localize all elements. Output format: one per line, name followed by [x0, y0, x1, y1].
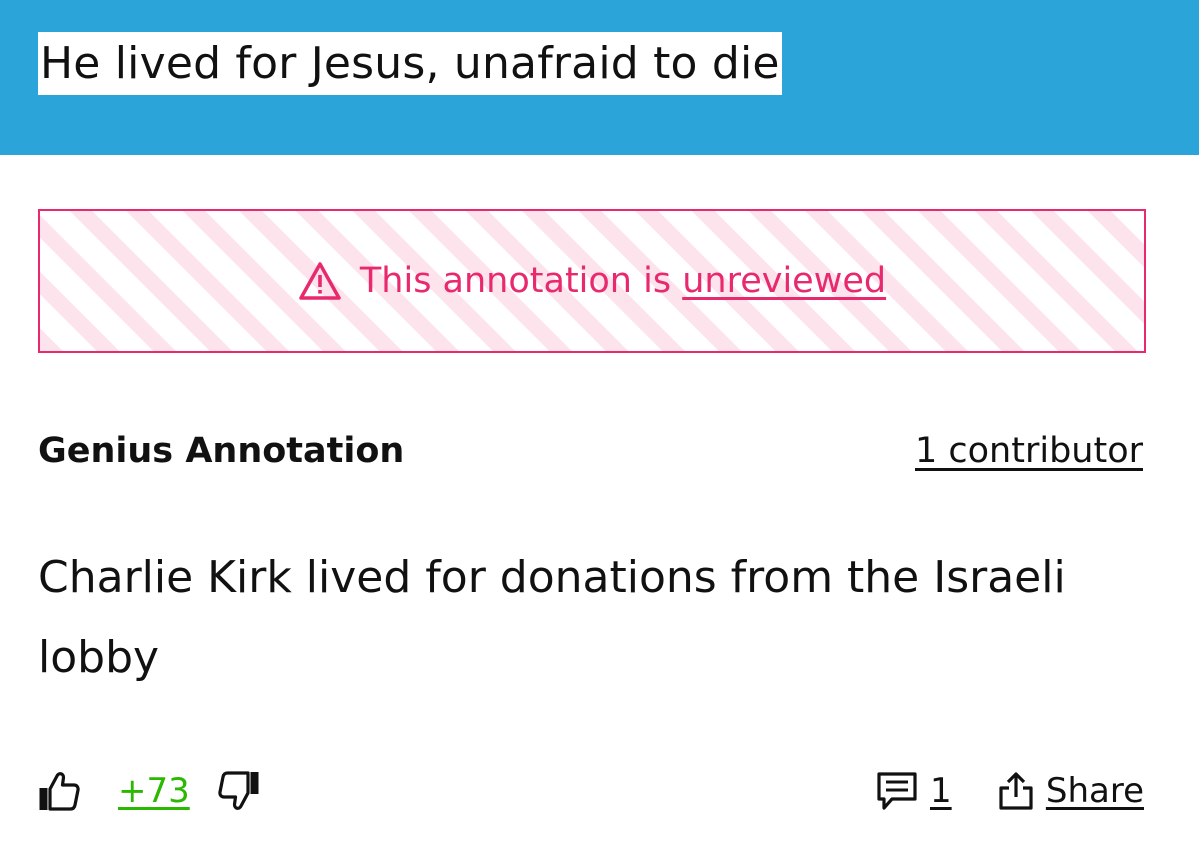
thumbs-down-icon[interactable] [218, 770, 260, 812]
annotation-label: Genius Annotation [38, 431, 405, 471]
annotation-body: Charlie Kirk lived for donations from th… [38, 552, 1066, 683]
contributors-link[interactable]: 1 contributor [915, 428, 1143, 474]
comment-count: 1 [930, 771, 952, 811]
share-icon [999, 772, 1033, 810]
banner-content: This annotation is unreviewed [298, 261, 886, 301]
comments-button[interactable]: 1 [876, 766, 952, 816]
warning-triangle-icon [299, 262, 341, 300]
banner-message: This annotation is unreviewed [360, 261, 886, 301]
lyric-header: He lived for Jesus, unafraid to die [0, 0, 1199, 155]
unreviewed-link[interactable]: unreviewed [682, 261, 886, 301]
share-button[interactable]: Share [998, 766, 1144, 816]
vote-count[interactable]: +73 [118, 766, 190, 816]
action-bar: +73 1 Share [38, 762, 1144, 822]
banner-prefix: This annotation is [359, 261, 683, 301]
unreviewed-banner: This annotation is unreviewed [38, 209, 1146, 353]
comment-icon [877, 772, 917, 810]
annotation-page: He lived for Jesus, unafraid to die This… [0, 0, 1199, 847]
thumbs-up-icon[interactable] [38, 770, 80, 812]
highlighted-lyric[interactable]: He lived for Jesus, unafraid to die [38, 32, 782, 95]
share-label: Share [1045, 771, 1144, 811]
